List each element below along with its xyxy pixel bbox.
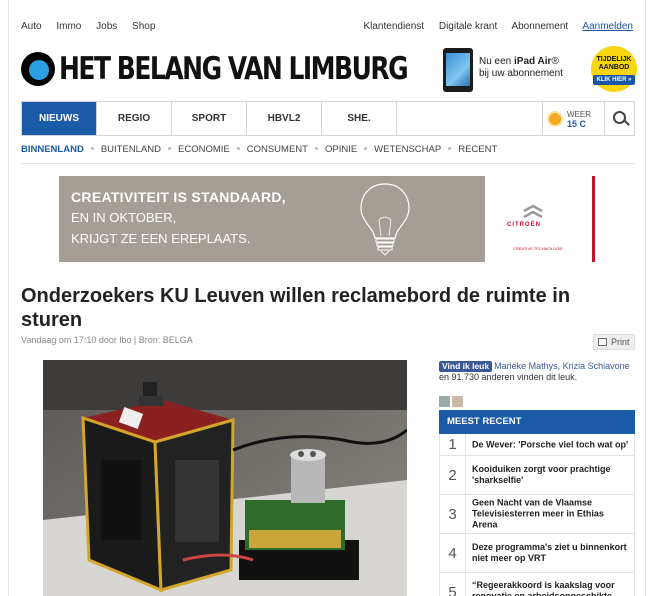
cubesat-photo-image [43,360,407,596]
separator-dot [236,146,240,150]
promo-line1-suffix: ® [551,56,559,67]
most-recent-header: MEEST RECENT [439,410,635,434]
ad-banner[interactable]: CREATIVITEIT IS STANDAARD, EN IN OKTOBER… [59,176,595,262]
toplink-abonnement[interactable]: Abonnement [511,21,568,32]
badge-line2: AANBOD [598,64,630,71]
sub-nav: BINNENLAND BUITENLAND ECONOMIE CONSUMENT OPI… [21,144,635,164]
ad-line2: EN IN OKTOBER, [71,210,177,225]
list-item-title[interactable]: De Wever: 'Porsche viel toch wat op' [472,439,630,450]
badge-cta[interactable]: KLIK HIER » [593,75,635,85]
ad-line3: KRIJGT ZE EEN EREPLAATS. [71,231,251,246]
lightbulb-icon [360,183,410,256]
list-item-number: 4 [440,534,466,572]
ad-brand-panel: CITROËN CRÉATIVE TECHNOLOGIE [485,176,595,262]
print-label: Print [611,337,630,347]
toplink-jobs[interactable]: Jobs [96,21,117,32]
print-button[interactable]: Print [593,334,635,350]
logo-text: HET BELANG VAN LIMBURG [59,50,409,87]
logo-circle-icon [21,52,55,86]
article-meta: Vandaag om 17:10 door lbo | Bron: BELGA [21,335,193,345]
ipad-promo[interactable]: Nu een iPad Air® bij uw abonnement TIJDE… [443,46,639,96]
tab-nieuws[interactable]: NIEUWS [22,102,97,135]
subnav-economie[interactable]: ECONOMIE [178,144,230,155]
ad-brand-name: CITROËN [507,222,541,228]
toplink-auto[interactable]: Auto [21,21,42,32]
list-item-title[interactable]: “Regeerakkoord is kaakslag voor renovati… [472,580,630,596]
citroen-logo-icon [523,204,543,219]
ad-line1: CREATIVITEIT IS STANDAARD, [71,189,286,205]
ad-brand-tagline: CRÉATIVE TECHNOLOGIE [513,246,563,251]
promo-line1-bold: iPad Air [514,56,552,67]
list-item[interactable]: 1 De Wever: 'Porsche viel toch wat op' [439,434,635,456]
promo-line1-prefix: Nu een [479,56,515,67]
list-item[interactable]: 5 “Regeerakkoord is kaakslag voor renova… [439,573,635,596]
page: Auto Immo Jobs Shop Klantendienst Digita… [8,0,646,596]
separator-dot [314,146,318,150]
weather-label: WEER [567,110,591,119]
list-item[interactable]: 2 Kooiduiken zorgt voor prachtige 'shark… [439,456,635,495]
list-item-title[interactable]: Geen Nacht van de Vlaamse Televisiesterr… [472,498,630,531]
avatar[interactable] [439,396,450,407]
list-item-number: 3 [440,495,466,533]
badge-line1: TIJDELIJK [596,56,632,63]
subnav-buitenland[interactable]: BUITENLAND [101,144,161,155]
weather-widget[interactable]: WEER 15 C [542,102,604,135]
toplink-digitale-krant[interactable]: Digitale krant [439,21,497,32]
subnav-consument[interactable]: CONSUMENT [247,144,308,155]
ad-image: CREATIVITEIT IS STANDAARD, EN IN OKTOBER… [59,176,485,262]
tab-sport[interactable]: SPORT [172,102,247,135]
weather-temp: 15 C [567,119,587,129]
facebook-like-box: Vind ik leuk Marieke Mathys, Krizia Schia… [439,361,635,383]
site-logo[interactable]: HET BELANG VAN LIMBURG [21,50,409,90]
facebook-like-button[interactable]: Vind ik leuk [439,361,493,372]
promo-text: Nu een iPad Air® bij uw abonnement [479,56,563,80]
subnav-recent[interactable]: RECENT [458,144,497,155]
avatar[interactable] [452,396,463,407]
list-item[interactable]: 4 Deze programma's ziet u binnenkort nie… [439,534,635,573]
list-item-number: 1 [440,434,466,455]
article-photo[interactable] [43,360,407,596]
separator-dot [90,146,94,150]
list-item[interactable]: 3 Geen Nacht van de Vlaamse Televisieste… [439,495,635,534]
promo-badge[interactable]: TIJDELIJK AANBOD KLIK HIER » [591,46,637,92]
toplink-klantendienst[interactable]: Klantendienst [363,21,424,32]
toplink-immo[interactable]: Immo [56,21,81,32]
printer-icon [598,338,607,346]
separator-dot [448,146,452,150]
toplink-shop[interactable]: Shop [132,21,155,32]
separator-dot [364,146,368,150]
main-nav: NIEUWS REGIO SPORT HBVL2 SHE. WEER 15 C [21,101,635,136]
list-item-title[interactable]: Deze programma's ziet u binnenkort niet … [472,542,630,564]
subnav-wetenschap[interactable]: WETENSCHAP [374,144,441,155]
facebook-like-count: en 91.730 anderen vinden dit leuk. [439,372,578,382]
subnav-opinie[interactable]: OPINIE [325,144,357,155]
list-item-number: 2 [440,456,466,494]
sun-icon [549,113,561,125]
most-recent-list: 1 De Wever: 'Porsche viel toch wat op' 2… [439,434,635,596]
article-headline: Onderzoekers KU Leuven willen reclamebor… [21,285,571,331]
promo-line2: bij uw abonnement [479,68,563,79]
facebook-avatars [439,396,479,408]
tab-regio[interactable]: REGIO [97,102,172,135]
separator-dot [168,146,171,150]
list-item-number: 5 [440,573,466,596]
list-item-title[interactable]: Kooiduiken zorgt voor prachtige 'sharkse… [472,464,630,486]
login-link[interactable]: Aanmelden [582,21,633,32]
top-links-bar: Auto Immo Jobs Shop Klantendienst Digita… [21,21,633,35]
tab-she[interactable]: SHE. [322,102,397,135]
facebook-friend-names[interactable]: Marieke Mathys, Krizia Schiavone [494,361,630,371]
ipad-icon [443,48,473,92]
search-icon[interactable] [604,102,634,135]
subnav-binnenland[interactable]: BINNENLAND [21,144,84,155]
tab-hbvl2[interactable]: HBVL2 [247,102,322,135]
